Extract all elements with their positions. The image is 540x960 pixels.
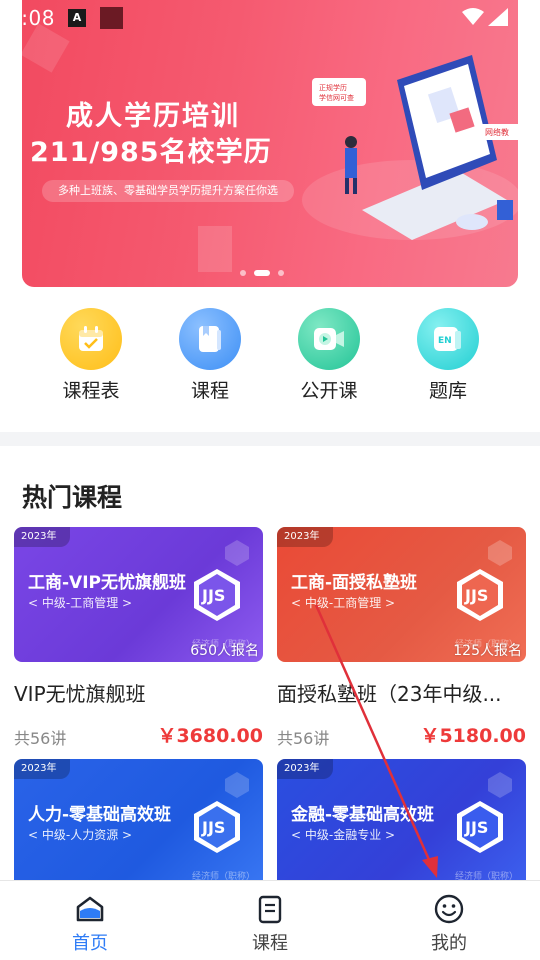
course-list-icon	[258, 895, 282, 924]
svg-text:网络教: 网络教	[485, 127, 509, 137]
jjs-logo-icon: JJS	[194, 569, 240, 621]
course-cover[interactable]: 2023年 工商-VIP无忧旗舰班 < 中级-工商管理 > JJS 经济师（职称…	[14, 527, 263, 662]
course-cover[interactable]: 2023年 金融-零基础高效班 < 中级-金融专业 > JJS 经济师（职称）	[277, 759, 526, 894]
video-icon	[314, 328, 344, 350]
jjs-logo-icon: JJS	[457, 569, 503, 621]
svg-text:EN: EN	[438, 336, 452, 346]
course-price: ￥5180.00	[420, 725, 526, 747]
tab-course[interactable]: 课程	[220, 881, 320, 960]
nav-question-bank-circle: EN	[417, 308, 479, 370]
promo-banner[interactable]: 成人学历培训 211/985名校学历 多种上班族、零基础学员学历提升方案任你选 …	[22, 0, 518, 287]
banner-dot[interactable]	[278, 270, 284, 276]
hexagon-decor-icon	[488, 772, 512, 798]
nav-open-class-circle	[298, 308, 360, 370]
tab-course-label: 课程	[252, 933, 288, 954]
hexagon-decor-icon	[225, 540, 249, 566]
course-meta: 共56讲 ￥3680.00	[14, 721, 263, 748]
banner-decor-cube	[198, 226, 232, 272]
course-cover[interactable]: 2023年 工商-面授私塾班 < 中级-工商管理 > JJS 经济师（职称） 1…	[277, 527, 526, 662]
section-divider	[0, 432, 540, 446]
notification-square-icon	[100, 7, 123, 29]
nav-schedule-label: 课程表	[62, 380, 120, 402]
jjs-logo-icon: JJS	[457, 801, 503, 853]
hexagon-decor-icon	[488, 540, 512, 566]
cover-title: 人力-零基础高效班	[28, 805, 172, 825]
cover-year-badge: 2023年	[277, 527, 334, 547]
section-title: 热门课程	[22, 483, 123, 512]
course-lessons: 共56讲	[14, 729, 67, 748]
course-meta: 共56讲 ￥5180.00	[277, 721, 526, 748]
course-card[interactable]: 2023年 人力-零基础高效班 < 中级-人力资源 > JJS 经济师（职称）	[14, 759, 263, 894]
cover-subtitle: < 中级-工商管理 >	[291, 596, 396, 610]
tab-profile-label: 我的	[431, 933, 467, 954]
svg-text:学信网可查: 学信网可查	[319, 93, 354, 102]
nav-open-class[interactable]: 公开课	[279, 308, 379, 403]
course-card[interactable]: 2023年 工商-VIP无忧旗舰班 < 中级-工商管理 > JJS 经济师（职称…	[14, 527, 263, 748]
status-time: 2:08	[8, 6, 55, 30]
nav-course-circle	[179, 308, 241, 370]
cover-subtitle: < 中级-金融专业 >	[291, 828, 396, 842]
banner-dot[interactable]	[240, 270, 246, 276]
signal-icon	[488, 8, 508, 26]
course-cover[interactable]: 2023年 人力-零基础高效班 < 中级-人力资源 > JJS 经济师（职称）	[14, 759, 263, 894]
course-card[interactable]: 2023年 金融-零基础高效班 < 中级-金融专业 > JJS 经济师（职称）	[277, 759, 526, 894]
nav-course[interactable]: 课程	[160, 308, 260, 403]
course-name[interactable]: 面授私塾班（23年中级...	[277, 678, 526, 707]
svg-text:JJS: JJS	[201, 818, 225, 837]
course-card[interactable]: 2023年 工商-面授私塾班 < 中级-工商管理 > JJS 经济师（职称） 1…	[277, 527, 526, 748]
banner-title-line2: 211/985名校学历	[30, 137, 272, 168]
hexagon-decor-icon	[225, 772, 249, 798]
tab-profile[interactable]: 我的	[399, 881, 499, 960]
smiley-profile-icon	[434, 894, 464, 924]
course-price: ￥3680.00	[157, 725, 263, 747]
cover-title: 工商-面授私塾班	[291, 573, 418, 593]
home-icon	[76, 896, 104, 922]
nav-question-bank[interactable]: EN 题库	[398, 308, 498, 403]
cover-year-badge: 2023年	[14, 527, 71, 547]
cover-title: 金融-零基础高效班	[291, 805, 435, 825]
battery-icon	[518, 3, 529, 26]
jjs-logo-icon: JJS	[194, 801, 240, 853]
nav-question-bank-label: 题库	[428, 380, 467, 402]
nav-schedule-circle	[60, 308, 122, 370]
calendar-icon	[79, 326, 103, 351]
quick-nav: 课程表 课程 公开课 EN 题库	[0, 308, 540, 408]
banner-title-line1: 成人学历培训	[66, 101, 240, 132]
bottom-tab-bar: 首页 课程 我的	[0, 880, 540, 960]
nav-open-class-label: 公开课	[300, 380, 358, 402]
question-bank-icon: EN	[434, 327, 461, 351]
course-name[interactable]: VIP无忧旗舰班	[14, 678, 263, 707]
notification-a-icon: A	[68, 9, 86, 27]
cover-subtitle: < 中级-人力资源 >	[28, 828, 133, 842]
nav-course-label: 课程	[190, 380, 229, 402]
course-lessons: 共56讲	[277, 729, 330, 748]
book-icon	[199, 326, 221, 352]
svg-text:JJS: JJS	[464, 586, 488, 605]
cover-year-badge: 2023年	[14, 759, 71, 779]
svg-text:正规学历: 正规学历	[319, 83, 347, 92]
banner-pagination[interactable]	[240, 270, 284, 276]
wifi-icon	[462, 8, 484, 25]
nav-schedule[interactable]: 课程表	[41, 308, 141, 403]
banner-dot-active[interactable]	[254, 270, 270, 276]
tab-home[interactable]: 首页	[40, 881, 140, 960]
enroll-count: 125人报名	[453, 643, 522, 659]
cover-subtitle: < 中级-工商管理 >	[28, 596, 133, 610]
svg-text:JJS: JJS	[201, 586, 225, 605]
enroll-count: 650人报名	[190, 643, 259, 659]
cover-title: 工商-VIP无忧旗舰班	[28, 573, 186, 593]
cover-year-badge: 2023年	[277, 759, 334, 779]
svg-text:JJS: JJS	[464, 818, 488, 837]
banner-subtitle: 多种上班族、零基础学员学历提升方案任你选	[42, 180, 294, 202]
status-bar: 2:08 A	[0, 0, 540, 36]
tab-home-label: 首页	[72, 933, 108, 954]
laptop-illustration-icon: 正规学历 学信网可查 网络教	[302, 55, 518, 240]
